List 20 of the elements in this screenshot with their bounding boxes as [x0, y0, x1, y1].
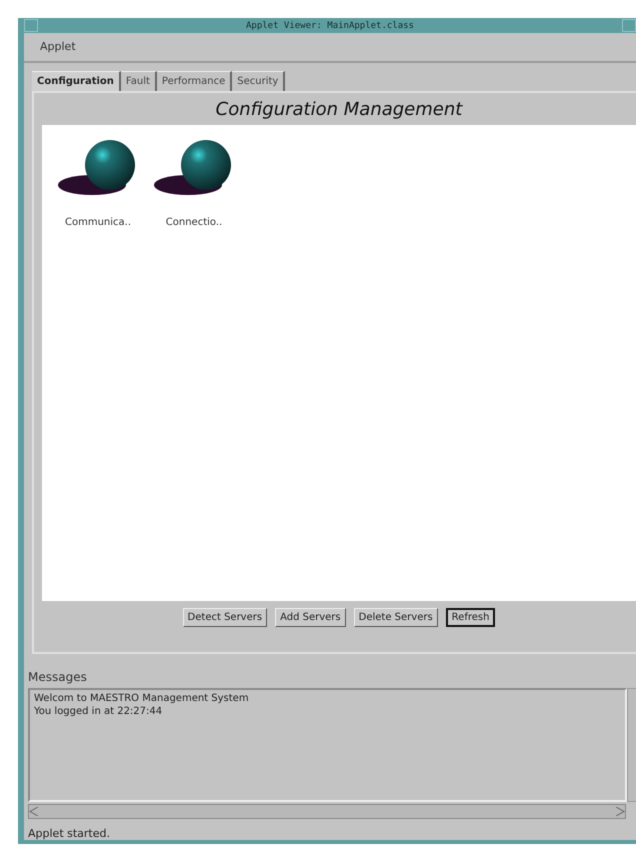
- minimize-button[interactable]: [622, 19, 636, 32]
- vertical-scrollbar[interactable]: [627, 688, 636, 802]
- window-menu-button[interactable]: [24, 19, 38, 32]
- action-button[interactable]: Delete Servers: [354, 608, 438, 627]
- tab[interactable]: Fault: [120, 70, 157, 91]
- menu-item[interactable]: Applet: [34, 38, 82, 56]
- tab[interactable]: Configuration: [32, 70, 121, 91]
- messages-label: Messages: [28, 670, 88, 684]
- action-button[interactable]: Refresh: [446, 608, 496, 627]
- status-text: Applet started.: [28, 827, 111, 840]
- tab[interactable]: Security: [232, 70, 286, 91]
- tab[interactable]: Performance: [156, 70, 232, 91]
- item-label[interactable]: Communica..: [64, 216, 132, 228]
- messages-area[interactable]: Welcom to MAESTRO Management System You logged in at 22:27:44: [28, 688, 627, 802]
- action-button[interactable]: Detect Servers: [182, 608, 268, 627]
- panel-title: Configuration Management: [214, 98, 464, 122]
- horizontal-scrollbar[interactable]: [28, 804, 626, 820]
- item-label[interactable]: Connectio..: [166, 216, 222, 228]
- action-button[interactable]: Add Servers: [275, 608, 346, 627]
- window-title: Applet Viewer: MainApplet.class: [245, 20, 415, 30]
